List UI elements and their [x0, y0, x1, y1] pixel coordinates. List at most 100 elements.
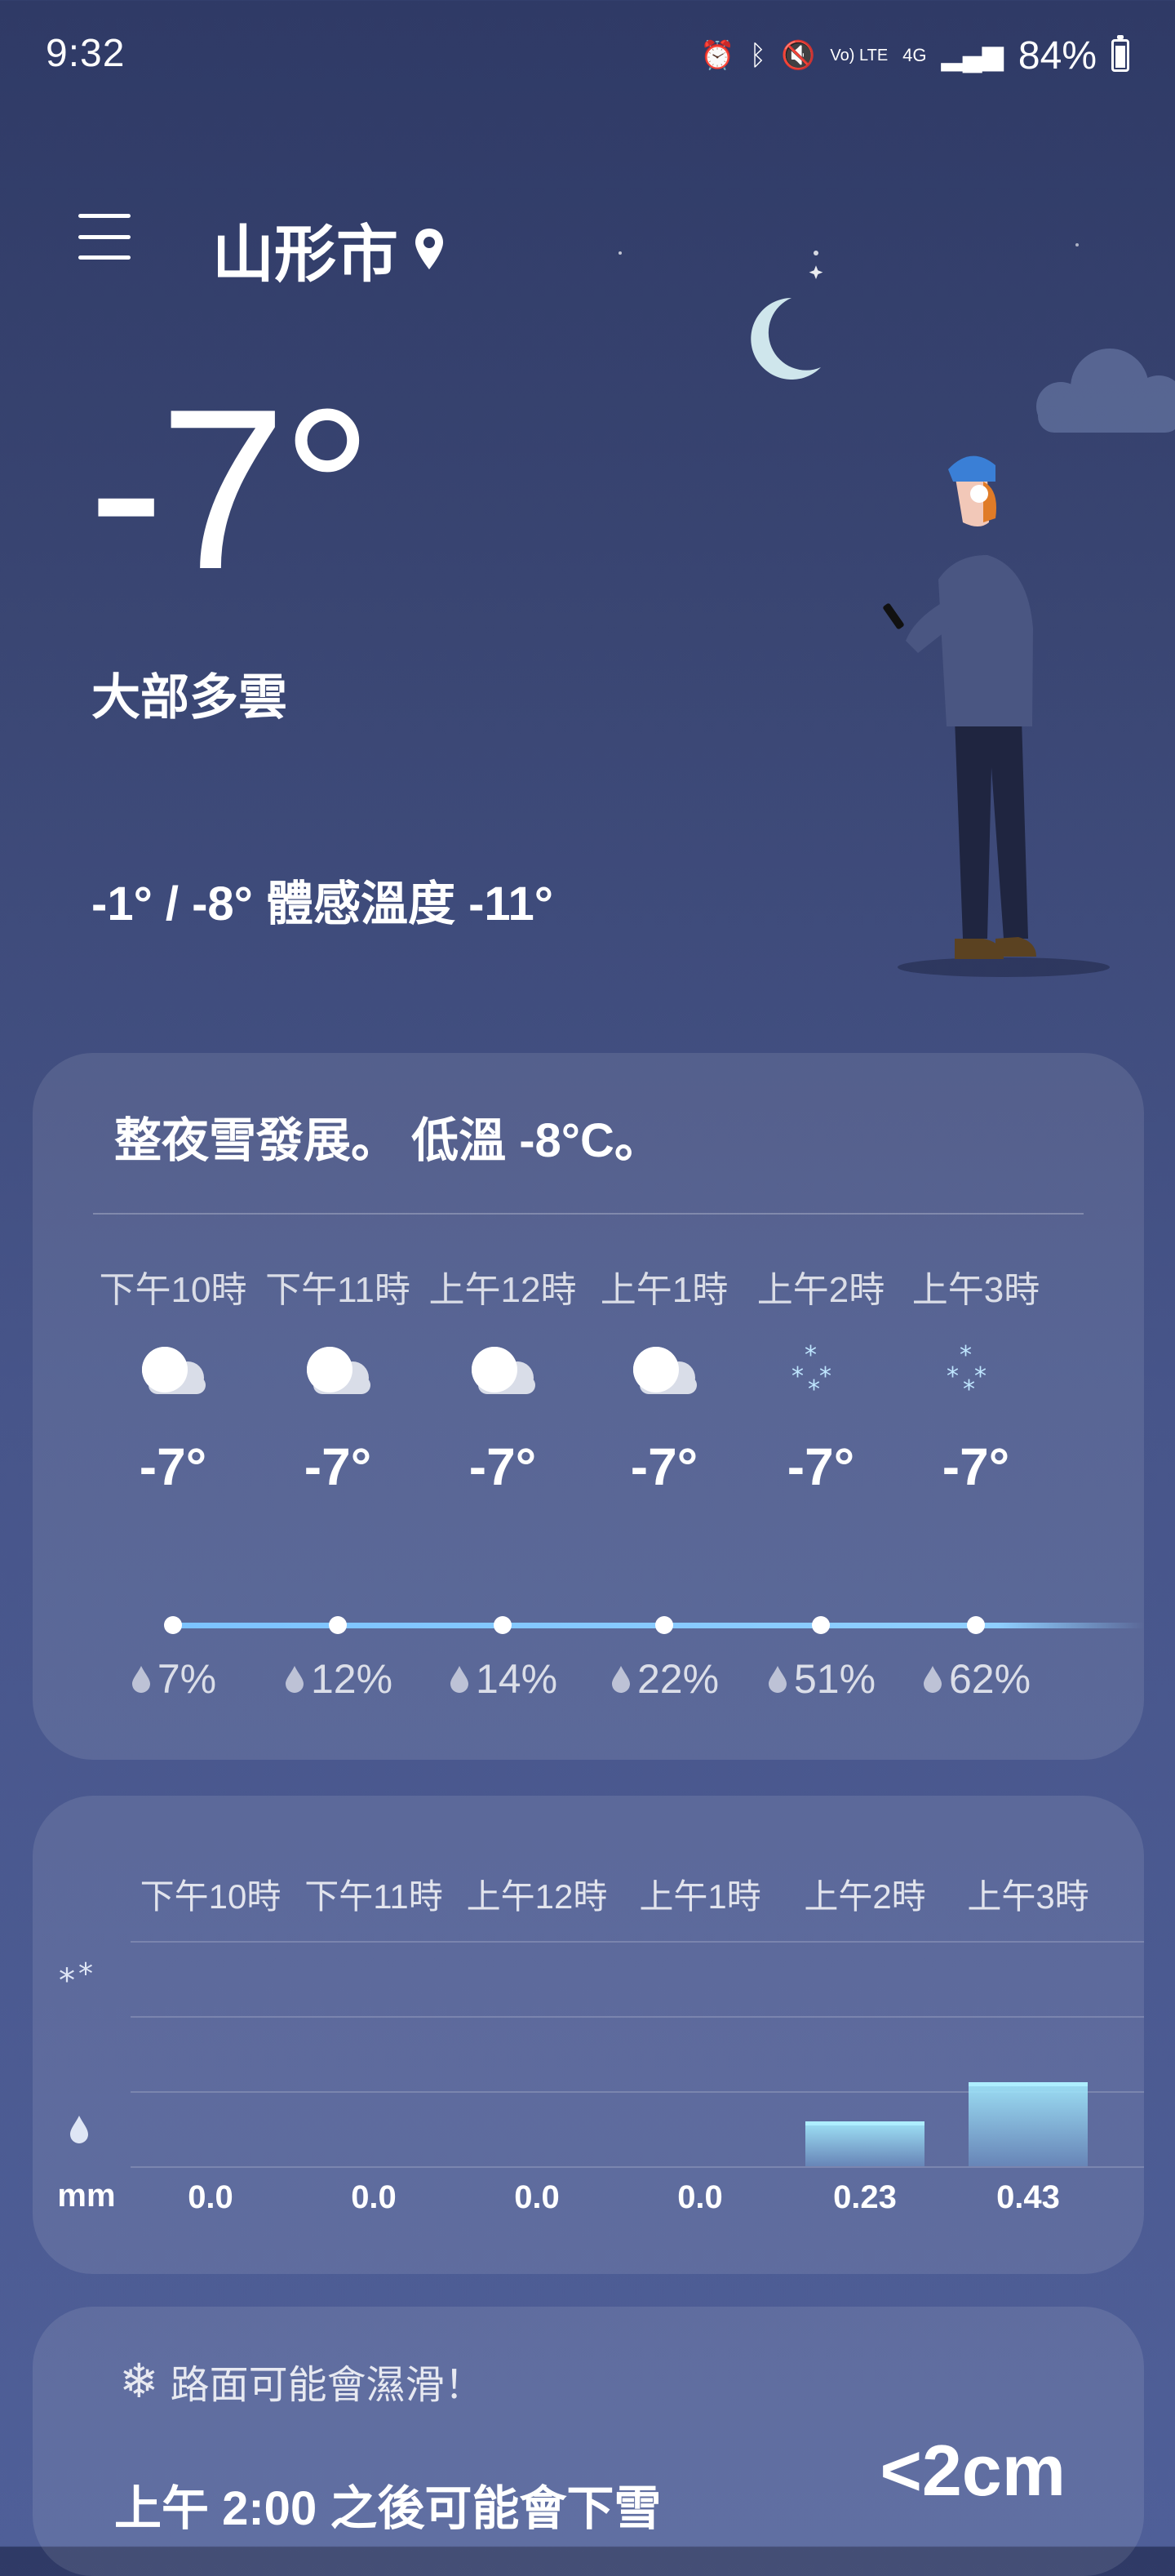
- hourly-forecast-card[interactable]: 整夜雪發展。 低溫 -8°C。 下午10時 -7° 7% 下午11時 -7° 12% 上午1…: [33, 1053, 1144, 1760]
- raindrop-icon: [611, 1666, 630, 1693]
- city-name: 山形市: [212, 220, 398, 290]
- raindrop-icon: [285, 1666, 304, 1693]
- snow-forecast-text: 上午 2:00 之後可能會下雪: [114, 2482, 662, 2535]
- precip-chance-value: 12%: [310, 1656, 393, 1702]
- alarm-icon: ⏰: [700, 40, 735, 71]
- divider: [93, 1213, 1084, 1215]
- svg-text:*: *: [963, 1375, 975, 1401]
- menu-icon[interactable]: [78, 214, 131, 260]
- hour-temperature: -7°: [787, 1437, 855, 1496]
- precip-chance-value: 62%: [948, 1656, 1031, 1702]
- precip-hour-label: 上午1時: [639, 1877, 761, 1916]
- svg-text:*: *: [805, 1341, 817, 1370]
- svg-text:*: *: [808, 1375, 820, 1401]
- precip-chance: 14%: [421, 1655, 584, 1703]
- cloud-icon: [124, 1335, 222, 1401]
- temperature-point: [329, 1616, 347, 1634]
- battery-icon: [1111, 35, 1129, 72]
- temperature-range-feels-like: -1° / -8° 體感溫度 -11°: [91, 877, 553, 930]
- precip-unit: mm: [57, 2178, 116, 2214]
- precip-chance: 12%: [256, 1655, 419, 1703]
- snow-icon: * * * *: [772, 1335, 870, 1404]
- svg-text:*: *: [974, 1362, 987, 1391]
- precip-hour-label: 上午2時: [804, 1877, 926, 1916]
- precip-hour-label: 下午10時: [140, 1877, 282, 1916]
- snowflake-icon: ❄: [119, 2355, 159, 2408]
- temperature-point: [494, 1616, 512, 1634]
- svg-text:*: *: [819, 1362, 831, 1391]
- precip-hour-label: 下午11時: [304, 1877, 443, 1916]
- precip-amount: 0.0: [351, 2179, 397, 2215]
- precip-amount: 0.43: [996, 2179, 1060, 2215]
- cloud-icon: [454, 1335, 552, 1401]
- precip-chance: 7%: [91, 1655, 255, 1703]
- raindrop-icon: [450, 1666, 468, 1693]
- svg-text:*: *: [78, 1959, 93, 1991]
- status-time: 9:32: [46, 32, 126, 75]
- battery-percent: 84%: [1018, 33, 1097, 78]
- hour-label: 下午11時: [265, 1270, 410, 1310]
- raindrop-icon: [768, 1666, 787, 1693]
- gridline: [131, 2016, 1144, 2018]
- night-scene-illustration: [619, 243, 1175, 977]
- precip-chance: 22%: [583, 1655, 746, 1703]
- volte-label: Vo) LTE: [830, 46, 889, 64]
- temperature-point: [164, 1616, 182, 1634]
- snow-amount-icon: * *: [59, 1959, 93, 2000]
- forecast-summary: 整夜雪發展。 低溫 -8°C。: [114, 1114, 662, 1167]
- hour-temperature: -7°: [139, 1437, 207, 1496]
- precip-amount: 0.23: [833, 2179, 897, 2215]
- svg-text:*: *: [947, 1362, 959, 1391]
- signal-icon: ▂▄▆: [941, 40, 1004, 71]
- mute-icon: 🔇: [781, 40, 816, 71]
- svg-text:*: *: [59, 1962, 75, 2000]
- precip-bar: [805, 2121, 924, 2166]
- hour-label: 下午10時: [99, 1270, 247, 1310]
- temperature-point: [655, 1616, 673, 1634]
- svg-text:*: *: [791, 1362, 804, 1391]
- hour-temperature: -7°: [304, 1437, 372, 1496]
- hour-label: 上午12時: [428, 1270, 577, 1310]
- temperature-point: [967, 1616, 985, 1634]
- snow-alert-card[interactable]: ❄ 路面可能會濕滑！ 上午 2:00 之後可能會下雪 <2cm: [33, 2307, 1144, 2576]
- snow-icon: * * * *: [927, 1335, 1025, 1404]
- gridline: [131, 2166, 1144, 2168]
- network-label: 4G: [902, 45, 927, 65]
- precip-chance: 51%: [739, 1655, 902, 1703]
- precip-chance-value: 14%: [475, 1656, 558, 1702]
- hour-temperature: -7°: [942, 1437, 1010, 1496]
- current-condition: 大部多雲: [91, 670, 287, 725]
- precip-chance: 62%: [894, 1655, 1058, 1703]
- hour-label: 上午1時: [600, 1270, 729, 1310]
- rain-amount-icon: [70, 2116, 88, 2143]
- temperature-point: [812, 1616, 830, 1634]
- precip-chance-value: 22%: [636, 1656, 720, 1702]
- city-selector[interactable]: 山形市: [212, 204, 446, 294]
- hour-label: 上午2時: [756, 1270, 885, 1310]
- precip-amount: 0.0: [514, 2179, 560, 2215]
- svg-text:*: *: [960, 1341, 972, 1370]
- gridline: [131, 1941, 1144, 1943]
- cloud-icon: [289, 1335, 387, 1401]
- precipitation-card[interactable]: * * mm 下午10時 0.0 下午11時 0.0 上午12時 0.0 上午1時 0.0 上午…: [33, 1796, 1144, 2274]
- cloud-icon: [615, 1335, 713, 1401]
- bluetooth-icon: ᛒ: [749, 39, 767, 71]
- precip-amount: 0.0: [188, 2179, 233, 2215]
- current-temperature: -7°: [88, 362, 373, 617]
- precip-bar: [969, 2081, 1088, 2166]
- precip-chance-value: 51%: [793, 1656, 876, 1702]
- slippery-warning-text: 路面可能會濕滑！: [170, 2364, 484, 2407]
- precip-hour-label: 上午12時: [466, 1877, 608, 1916]
- precip-hour-label: 上午3時: [967, 1877, 1089, 1916]
- hour-temperature: -7°: [630, 1437, 698, 1496]
- precip-amount: 0.0: [677, 2179, 723, 2215]
- precip-chance-value: 7%: [157, 1656, 217, 1702]
- location-pin-icon: [415, 229, 443, 269]
- raindrop-icon: [923, 1666, 942, 1693]
- raindrop-icon: [131, 1666, 150, 1693]
- hour-label: 上午3時: [911, 1270, 1040, 1310]
- snow-depth: <2cm: [880, 2430, 1066, 2511]
- hour-temperature: -7°: [468, 1437, 537, 1496]
- slippery-warning: ❄ 路面可能會濕滑！: [119, 2352, 484, 2409]
- status-icons: ⏰ ᛒ 🔇 Vo) LTE 4G ▂▄▆ 84%: [700, 31, 1129, 80]
